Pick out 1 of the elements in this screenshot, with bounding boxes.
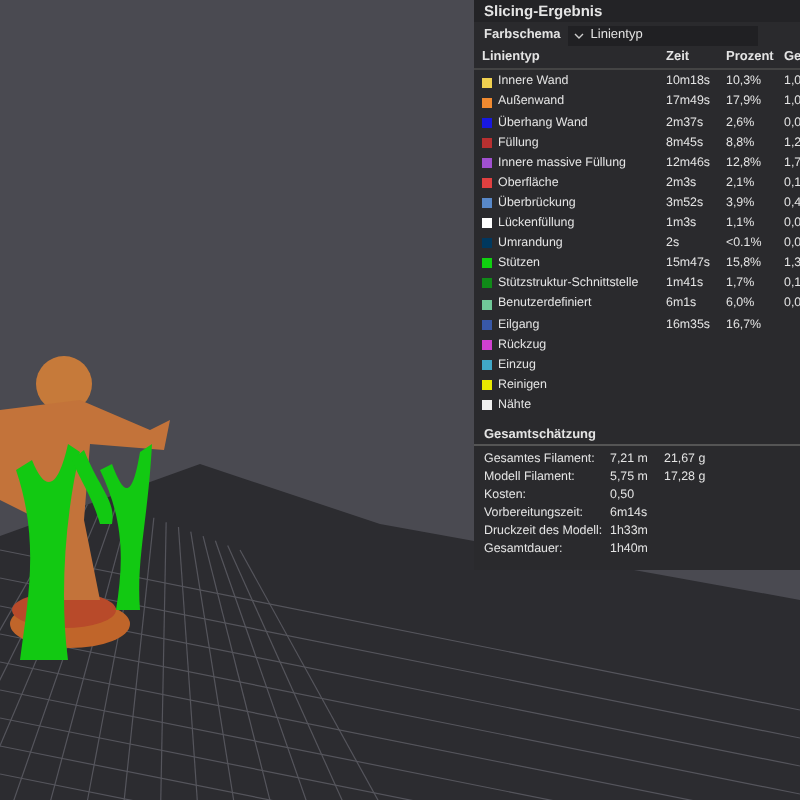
chevron-down-icon	[574, 31, 585, 39]
